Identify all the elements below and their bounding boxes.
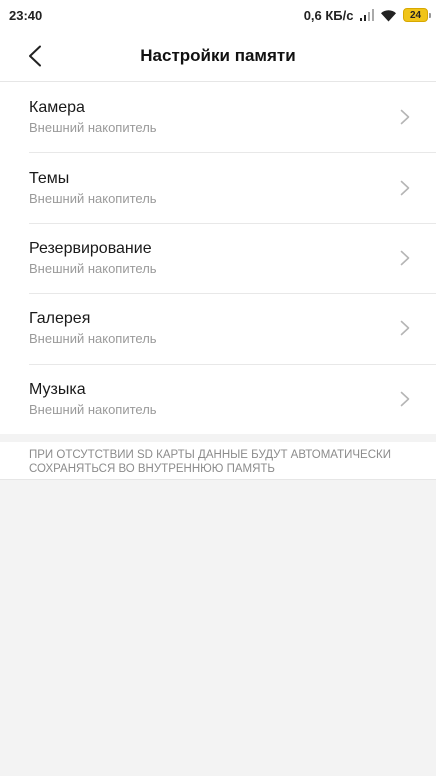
battery-icon: 24 [403,8,431,22]
item-subtitle: Внешний накопитель [29,331,157,347]
status-icons: 0,6 КБ/с 24 [303,7,431,23]
chevron-right-icon [400,180,410,195]
item-subtitle: Внешний накопитель [29,260,157,276]
chevron-right-icon [400,250,410,266]
chevron-right-icon [400,321,410,336]
chevron-right-icon [400,109,410,125]
item-subtitle: Внешний накопитель [29,120,157,136]
wifi-icon [381,9,396,21]
screen: 23:40 0,6 КБ/с 24 Настройки памяти Камер… [0,0,436,776]
status-time: 23:40 [9,7,43,23]
list-item-camera[interactable]: Камера Внешний накопитель [0,82,436,152]
chevron-right-icon [400,391,410,407]
header: Настройки памяти [0,30,436,82]
item-subtitle: Внешний накопитель [29,190,157,206]
signal-icon [359,9,374,21]
item-subtitle: Внешний накопитель [29,401,157,417]
item-title: Галерея [29,310,91,328]
item-title: Музыка [29,380,86,398]
list-item-backup[interactable]: Резервирование Внешний накопитель [0,222,436,293]
chevron-left-icon [29,45,41,67]
sd-card-note: ПРИ ОТСУТСТВИИ SD КАРТЫ ДАННЫЕ БУДУТ АВТ… [0,442,436,480]
list-item-themes[interactable]: Темы Внешний накопитель [0,152,436,222]
battery-level: 24 [409,9,422,21]
item-title: Резервирование [29,239,152,257]
list-item-music[interactable]: Музыка Внешний накопитель [0,363,436,434]
page-title: Настройки памяти [140,45,296,65]
network-speed: 0,6 КБ/с [303,7,354,23]
list-item-gallery[interactable]: Галерея Внешний накопитель [0,293,436,363]
status-bar: 23:40 0,6 КБ/с 24 [0,0,436,30]
item-title: Камера [29,99,85,117]
storage-settings-list: Камера Внешний накопитель Темы Внешний н… [0,82,436,434]
item-title: Темы [29,169,70,187]
back-button[interactable] [18,40,52,72]
